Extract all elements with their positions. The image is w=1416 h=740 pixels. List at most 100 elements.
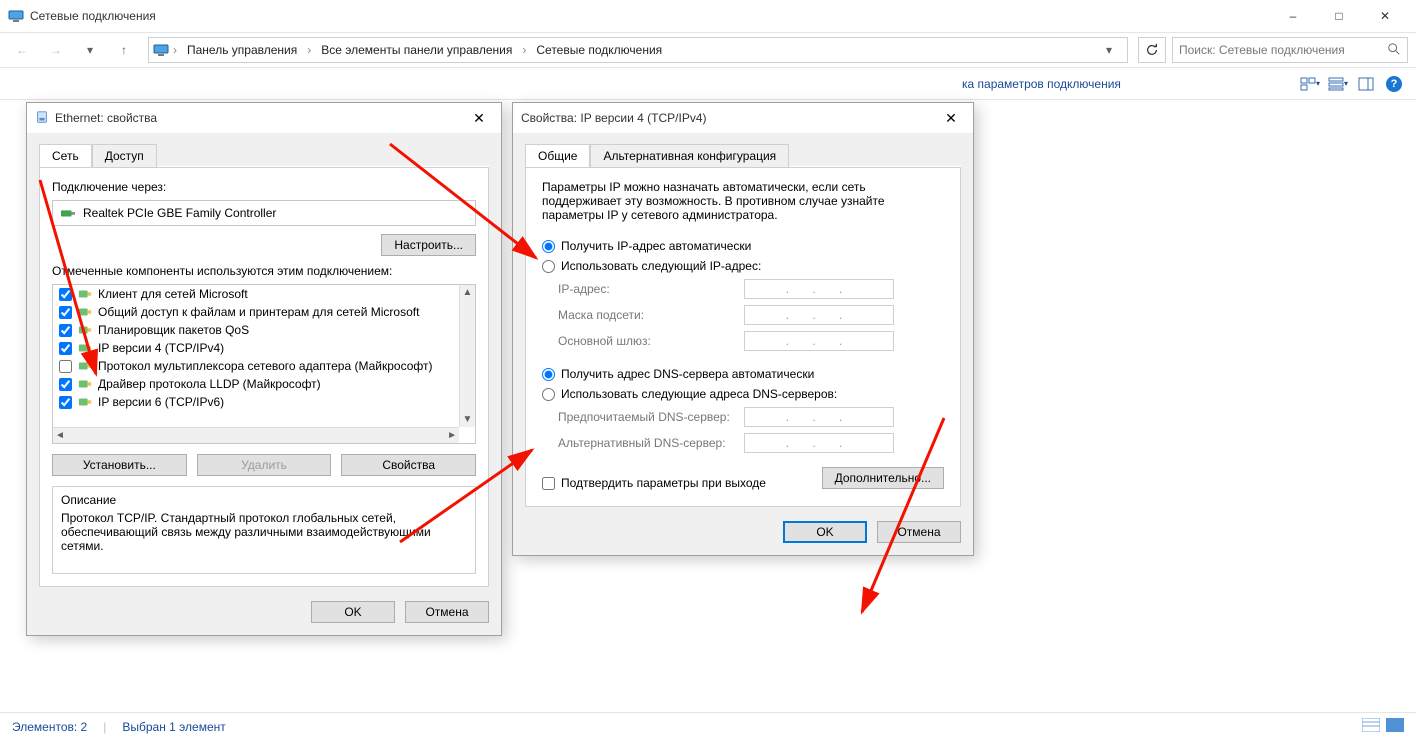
component-icon xyxy=(78,287,92,301)
component-row[interactable]: Драйвер протокола LLDP (Майкрософт) xyxy=(53,375,459,393)
component-label: IP версии 6 (TCP/IPv6) xyxy=(98,395,224,409)
explorer-navbar: ← → ▾ ↑ › Панель управления › Все элемен… xyxy=(0,32,1416,68)
dialog-title: Свойства: IP версии 4 (TCP/IPv4) xyxy=(521,111,707,125)
components-list[interactable]: Клиент для сетей Microsoft Общий доступ к… xyxy=(52,284,476,444)
dns-manual-label: Использовать следующие адреса DNS-сервер… xyxy=(561,387,837,401)
tab-bar: Общие Альтернативная конфигурация xyxy=(525,143,961,167)
scroll-up-icon[interactable]: ▲ xyxy=(463,287,473,298)
component-icon xyxy=(78,305,92,319)
nav-up-button[interactable]: ↑ xyxy=(110,36,138,64)
explorer-title: Сетевые подключения xyxy=(30,9,156,23)
view-icon[interactable]: ▾ xyxy=(1328,74,1348,94)
search-box[interactable]: Поиск: Сетевые подключения xyxy=(1172,37,1408,63)
cancel-button[interactable]: Отмена xyxy=(405,601,489,623)
component-checkbox[interactable] xyxy=(59,360,72,373)
nav-history-dropdown[interactable]: ▾ xyxy=(76,36,104,64)
tab-network[interactable]: Сеть xyxy=(39,144,92,167)
description-heading: Описание xyxy=(61,493,467,507)
description-group: Описание Протокол TCP/IP. Стандартный пр… xyxy=(52,486,476,574)
component-checkbox[interactable] xyxy=(59,396,72,409)
tab-bar: Сеть Доступ xyxy=(39,143,489,167)
chevron-right-icon: › xyxy=(522,43,526,57)
change-adapter-settings-link[interactable]: ка параметров подключения xyxy=(962,77,1121,91)
component-checkbox[interactable] xyxy=(59,342,72,355)
cancel-button[interactable]: Отмена xyxy=(877,521,961,543)
component-checkbox[interactable] xyxy=(59,288,72,301)
large-icons-view-icon[interactable] xyxy=(1386,718,1404,735)
component-row[interactable]: Клиент для сетей Microsoft xyxy=(53,285,459,303)
component-checkbox[interactable] xyxy=(59,306,72,319)
component-label: Планировщик пакетов QoS xyxy=(98,323,249,337)
component-label: Клиент для сетей Microsoft xyxy=(98,287,248,301)
horizontal-scrollbar[interactable]: ◄ ► xyxy=(53,427,459,443)
component-checkbox[interactable] xyxy=(59,378,72,391)
description-text: Протокол TCP/IP. Стандартный протокол гл… xyxy=(61,511,467,553)
scroll-right-icon[interactable]: ► xyxy=(447,430,457,441)
tab-alt-config[interactable]: Альтернативная конфигурация xyxy=(590,144,789,167)
properties-button[interactable]: Свойства xyxy=(341,454,476,476)
breadcrumb[interactable]: Сетевые подключения xyxy=(530,41,668,59)
ipv4-properties-dialog: Свойства: IP версии 4 (TCP/IPv4) ✕ Общие… xyxy=(512,102,974,556)
validate-on-exit-checkbox[interactable] xyxy=(542,477,555,490)
scroll-down-icon[interactable]: ▼ xyxy=(463,414,473,425)
tab-general[interactable]: Общие xyxy=(525,144,590,167)
scroll-left-icon[interactable]: ◄ xyxy=(55,430,65,441)
address-bar[interactable]: › Панель управления › Все элементы панел… xyxy=(148,37,1128,63)
explorer-titlebar: Сетевые подключения – □ ✕ xyxy=(0,0,1416,32)
component-checkbox[interactable] xyxy=(59,324,72,337)
components-label: Отмеченные компоненты используются этим … xyxy=(52,264,476,278)
ok-button[interactable]: OK xyxy=(311,601,395,623)
alt-dns-label: Альтернативный DNS-сервер: xyxy=(558,436,744,450)
pref-dns-field: . . . xyxy=(744,407,894,427)
subnet-mask-field: . . . xyxy=(744,305,894,325)
search-icon xyxy=(1387,42,1401,59)
breadcrumb[interactable]: Все элементы панели управления xyxy=(315,41,518,59)
close-icon[interactable]: ✕ xyxy=(465,107,493,129)
maximize-button[interactable]: □ xyxy=(1316,0,1362,32)
gateway-label: Основной шлюз: xyxy=(558,334,744,348)
component-icon xyxy=(78,377,92,391)
dialog-titlebar[interactable]: Свойства: IP версии 4 (TCP/IPv4) ✕ xyxy=(513,103,973,133)
component-row[interactable]: Общий доступ к файлам и принтерам для се… xyxy=(53,303,459,321)
tab-access[interactable]: Доступ xyxy=(92,144,157,167)
validate-on-exit-label: Подтвердить параметры при выходе xyxy=(561,476,766,490)
configure-button[interactable]: Настроить... xyxy=(381,234,476,256)
ethernet-icon xyxy=(35,110,49,127)
close-icon[interactable]: ✕ xyxy=(937,107,965,129)
vertical-scrollbar[interactable]: ▲ ▼ xyxy=(459,285,475,427)
component-label: Протокол мультиплексора сетевого адаптер… xyxy=(98,359,432,373)
close-button[interactable]: ✕ xyxy=(1362,0,1408,32)
component-icon xyxy=(78,359,92,373)
advanced-button[interactable]: Дополнительно... xyxy=(822,467,944,489)
dns-auto-radio[interactable] xyxy=(542,368,555,381)
status-selection: Выбран 1 элемент xyxy=(122,720,225,734)
component-row[interactable]: Планировщик пакетов QoS xyxy=(53,321,459,339)
ok-button[interactable]: OK xyxy=(783,521,867,543)
minimize-button[interactable]: – xyxy=(1270,0,1316,32)
chevron-down-icon[interactable]: ▾ xyxy=(1095,36,1123,64)
breadcrumb[interactable]: Панель управления xyxy=(181,41,303,59)
component-row[interactable]: IP версии 4 (TCP/IPv4) xyxy=(53,339,459,357)
status-item-count: Элементов: 2 xyxy=(12,720,87,734)
dialog-titlebar[interactable]: Ethernet: свойства ✕ xyxy=(27,103,501,133)
status-bar: Элементов: 2 | Выбран 1 элемент xyxy=(0,712,1416,740)
refresh-button[interactable] xyxy=(1138,37,1166,63)
nav-back-button[interactable]: ← xyxy=(8,36,36,64)
component-row[interactable]: IP версии 6 (TCP/IPv6) xyxy=(53,393,459,411)
ethernet-properties-dialog: Ethernet: свойства ✕ Сеть Доступ Подключ… xyxy=(26,102,502,636)
nic-icon xyxy=(61,206,75,220)
help-icon[interactable]: ? xyxy=(1384,74,1404,94)
nic-name: Realtek PCIe GBE Family Controller xyxy=(83,206,276,220)
install-button[interactable]: Установить... xyxy=(52,454,187,476)
details-view-icon[interactable] xyxy=(1362,718,1380,735)
preview-pane-icon[interactable] xyxy=(1356,74,1376,94)
ip-auto-radio[interactable] xyxy=(542,240,555,253)
network-connections-icon xyxy=(8,8,24,24)
nav-forward-button[interactable]: → xyxy=(42,36,70,64)
organize-icon[interactable]: ▾ xyxy=(1300,74,1320,94)
dns-manual-radio[interactable] xyxy=(542,388,555,401)
ip-manual-radio[interactable] xyxy=(542,260,555,273)
search-placeholder: Поиск: Сетевые подключения xyxy=(1179,43,1345,57)
component-row[interactable]: Протокол мультиплексора сетевого адаптер… xyxy=(53,357,459,375)
component-icon xyxy=(78,341,92,355)
